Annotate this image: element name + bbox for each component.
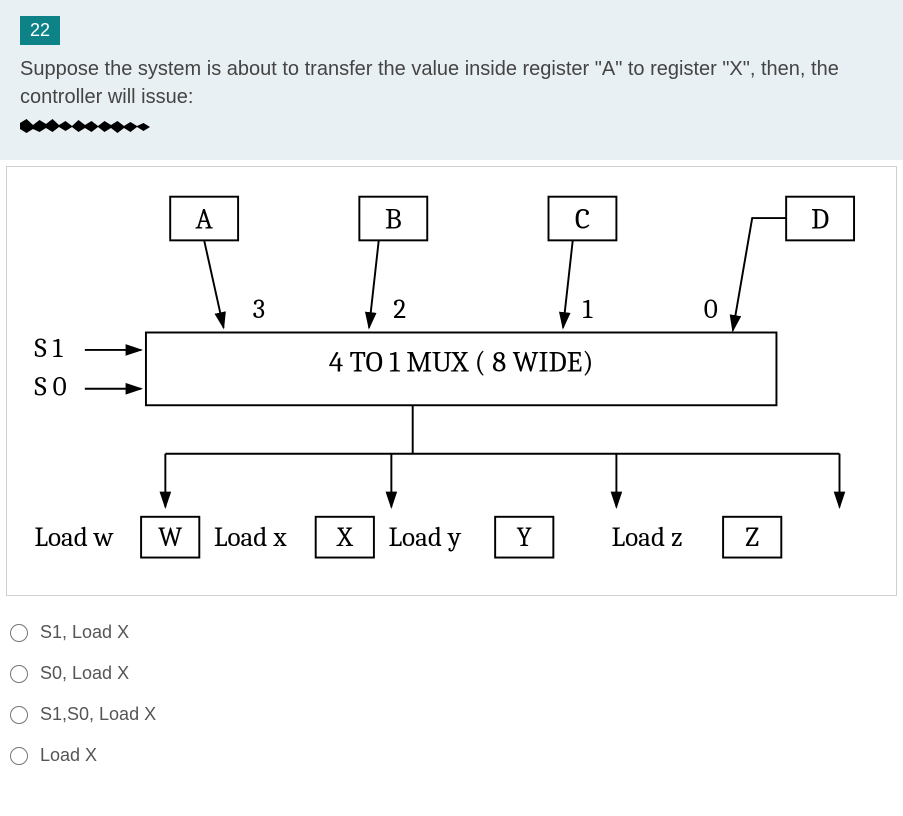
option-4-label: Load X bbox=[40, 745, 97, 766]
question-number-badge: 22 bbox=[20, 16, 60, 45]
option-4[interactable]: Load X bbox=[10, 745, 893, 766]
option-4-radio[interactable] bbox=[10, 747, 28, 765]
load-w-label: Load w bbox=[34, 522, 113, 553]
load-y-label: Load y bbox=[388, 522, 461, 553]
option-1[interactable]: S1, Load X bbox=[10, 622, 893, 643]
option-1-radio[interactable] bbox=[10, 624, 28, 642]
svg-text:Y: Y bbox=[517, 522, 533, 553]
wire-c-to-mux bbox=[563, 240, 573, 327]
select-s0-label: S 0 bbox=[34, 372, 66, 403]
svg-text:C: C bbox=[575, 204, 590, 237]
circuit-diagram: A B C D 3 2 1 0 4 TO 1 MUX ( 8 WIDE) S 1… bbox=[27, 187, 876, 575]
register-d: D bbox=[786, 197, 854, 241]
question-header: 22 Suppose the system is about to transf… bbox=[0, 0, 903, 160]
svg-text:B: B bbox=[385, 204, 402, 237]
mux-input-1: 1 bbox=[582, 294, 593, 325]
register-c: C bbox=[549, 197, 617, 241]
svg-text:D: D bbox=[811, 204, 829, 237]
option-3[interactable]: S1,S0, Load X bbox=[10, 704, 893, 725]
option-2-radio[interactable] bbox=[10, 665, 28, 683]
question-prompt: Suppose the system is about to transfer … bbox=[20, 55, 883, 111]
option-2-label: S0, Load X bbox=[40, 663, 129, 684]
load-x-label: Load x bbox=[214, 522, 287, 553]
answer-options: S1, Load X S0, Load X S1,S0, Load X Load… bbox=[0, 602, 903, 806]
load-z-label: Load z bbox=[612, 522, 683, 553]
wire-a-to-mux bbox=[204, 240, 223, 327]
diagram-container: A B C D 3 2 1 0 4 TO 1 MUX ( 8 WIDE) S 1… bbox=[6, 166, 897, 596]
svg-text:X: X bbox=[336, 522, 354, 553]
mux-input-3: 3 bbox=[253, 294, 266, 325]
select-s1-label: S 1 bbox=[34, 333, 63, 364]
mux-label: 4 TO 1 MUX ( 8 WIDE) bbox=[329, 346, 594, 379]
register-b: B bbox=[359, 197, 427, 241]
option-1-label: S1, Load X bbox=[40, 622, 129, 643]
option-2[interactable]: S0, Load X bbox=[10, 663, 893, 684]
svg-text:Z: Z bbox=[745, 522, 759, 553]
mux-input-0: 0 bbox=[704, 294, 718, 325]
option-3-label: S1,S0, Load X bbox=[40, 704, 156, 725]
register-a: A bbox=[170, 197, 238, 241]
wire-b-to-mux bbox=[369, 240, 379, 327]
redaction-scribble bbox=[20, 115, 150, 135]
option-3-radio[interactable] bbox=[10, 706, 28, 724]
wire-d-to-mux bbox=[733, 218, 786, 331]
svg-text:A: A bbox=[195, 204, 213, 237]
mux-input-2: 2 bbox=[393, 294, 406, 325]
svg-text:W: W bbox=[158, 522, 183, 553]
